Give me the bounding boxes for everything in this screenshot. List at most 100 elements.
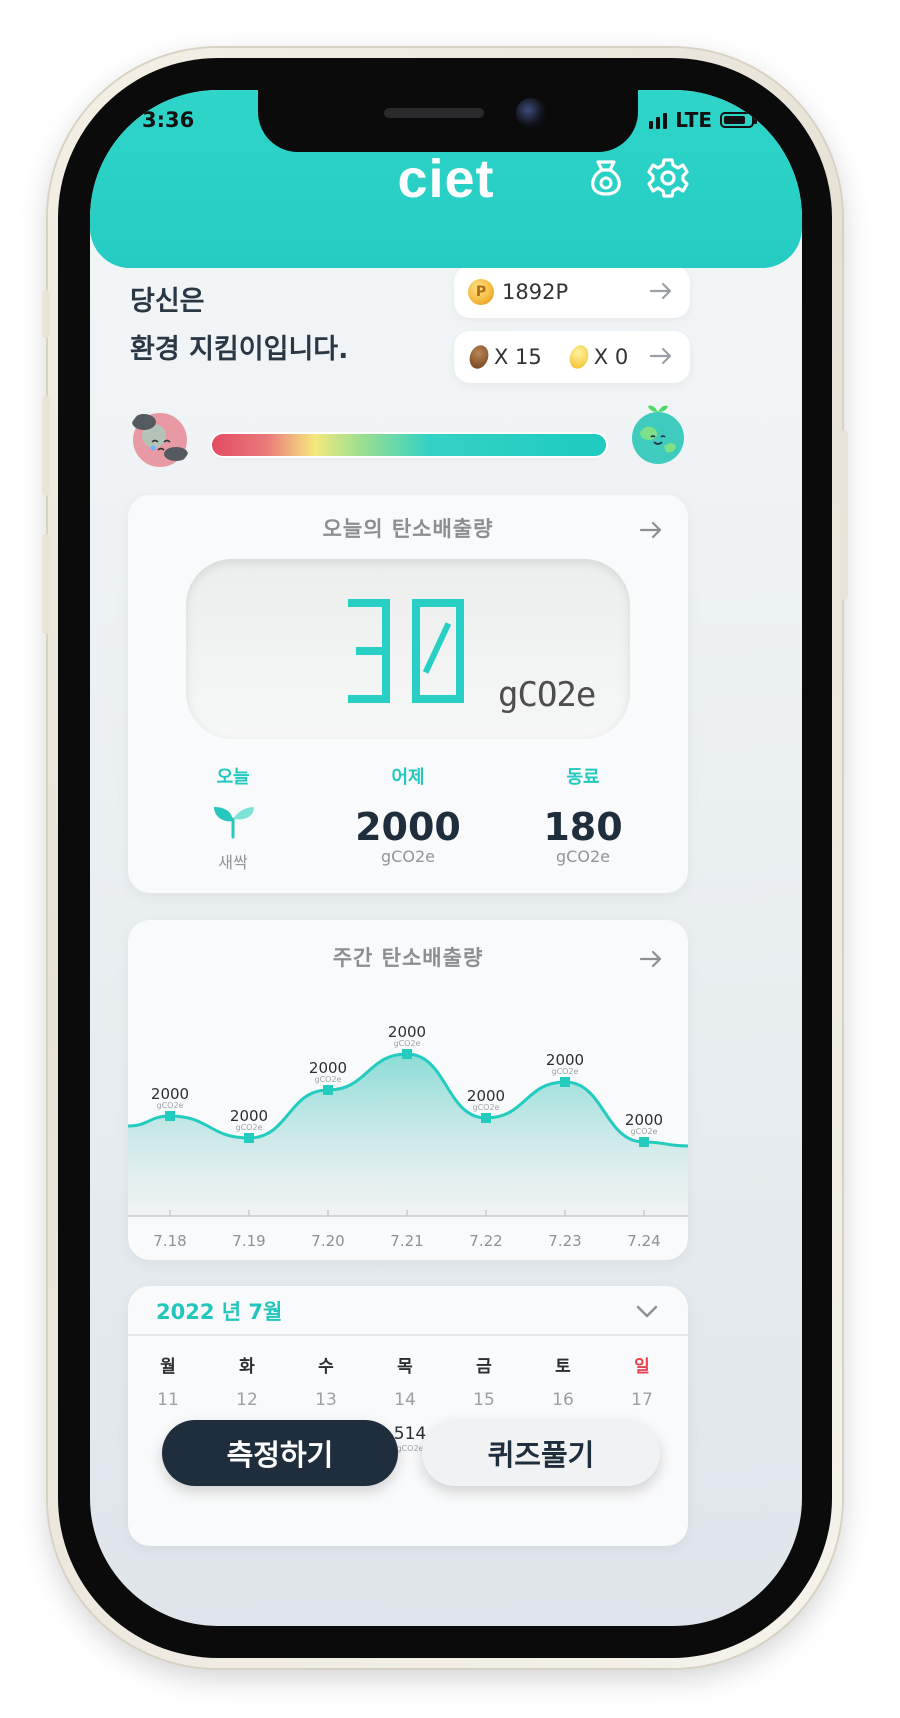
signal-icon [649,111,668,129]
stat-colleague-label: 동료 [566,767,600,788]
today-emission-card[interactable]: 오늘의 탄소배출량 gCO2e 오늘 새싹 어제 2000 gCO2e 동료 1… [128,495,688,893]
sad-polluted-earth-icon [132,413,188,467]
chart-point [244,1133,254,1143]
status-line-2: 환경 지킴이입니다. [130,334,349,365]
calendar-date[interactable]: 16 [538,1390,588,1410]
calendar-date[interactable]: 15 [459,1390,509,1410]
chevron-down-icon[interactable] [634,1298,660,1324]
phone-volume-up-button [42,396,50,496]
weekday-label: 금 [476,1357,492,1377]
chart-point [560,1077,570,1087]
gear-icon[interactable] [646,156,690,200]
data-label: 2000 gCO2e [377,1024,437,1048]
data-label-value: 2000 [624,1111,664,1129]
status-indicators: LTE [649,108,757,132]
chart-point [402,1049,412,1059]
stat-today: 오늘 새싹 [148,763,318,873]
weekday-label: 월 [160,1357,176,1377]
stat-yesterday-unit: gCO2e [381,847,435,866]
chart-point [481,1113,491,1123]
digit-segment [356,647,390,655]
weekday-label: 토 [555,1357,571,1377]
data-label-value: 2000 [466,1087,506,1105]
data-label: 2000 gCO2e [219,1108,279,1132]
data-label-unit: gCO2e [630,1127,658,1136]
earpiece-speaker [384,108,484,118]
data-label: 2000 gCO2e [140,1086,200,1110]
status-line-1: 당신은 [130,286,205,317]
gold-seed-count: X 0 [593,345,629,369]
brown-seed-icon [466,342,492,372]
data-label-value: 2000 [150,1085,190,1103]
digit-segment [456,599,464,703]
eco-level-progress-bar [212,434,606,456]
data-label-unit: gCO2e [551,1067,579,1076]
data-label-value: 2000 [545,1051,585,1069]
calendar-date[interactable]: 13 [301,1390,351,1410]
calendar-date[interactable]: 14 [380,1390,430,1410]
x-tick-label: 7.24 [627,1232,661,1250]
status-time: 3:36 [142,108,195,132]
calendar-card: 2022 년 7월 월 11 화 12 수 13 목 14 금 15 토 16 일 17 514 gCO2… [128,1286,688,1546]
digit-segment [412,695,464,703]
stat-today-label: 오늘 [216,767,250,788]
user-status-message: 당신은 환경 지킴이입니다. [130,278,348,374]
calendar-date[interactable]: 11 [143,1390,193,1410]
happy-green-earth-icon [632,405,684,464]
x-tick-label: 7.21 [390,1232,424,1250]
seeds-pill[interactable]: X 15 X 0 [454,331,690,383]
data-label: 2000 gCO2e [298,1060,358,1084]
x-tick-label: 7.22 [469,1232,503,1250]
money-pouch-icon[interactable] [584,156,628,200]
calendar-date[interactable]: 17 [617,1390,667,1410]
weekly-area-chart [128,1049,688,1217]
measure-button[interactable]: 측정하기 [162,1420,398,1486]
stat-colleague-unit: gCO2e [556,847,610,866]
front-camera [516,98,546,128]
chart-area [128,1054,688,1216]
brown-seed-count: X 15 [494,345,542,369]
data-label-value: 2000 [229,1107,269,1125]
app-logo: ciet [397,149,495,209]
points-pill[interactable]: P 1892P [454,266,690,318]
arrow-right-icon[interactable] [638,517,664,543]
weekly-emission-card[interactable]: 주간 탄소배출량 7.18 2000 gCO2e 7.19 2000 gCO2e 7.20 2… [128,920,688,1260]
data-label-unit: gCO2e [314,1075,342,1084]
stat-colleague-value: 180 [543,805,623,849]
stat-yesterday: 어제 2000 gCO2e [323,763,493,866]
coin-icon: P [468,279,494,305]
phone-power-button [840,430,848,600]
digit-segment [412,599,420,703]
data-label: 2000 gCO2e [456,1088,516,1112]
digit-segment [348,695,390,703]
arrow-right-icon [649,347,672,365]
data-label-unit: gCO2e [156,1101,184,1110]
phone-mute-switch [42,290,50,338]
gold-seed-icon [566,342,592,372]
data-label-unit: gCO2e [235,1123,263,1132]
emission-unit: gCO2e [498,675,596,715]
calendar-month-title: 2022 년 7월 [156,1300,283,1324]
app-screen: 3:36 LTE ciet 당신은 환경 지킴이입니다. P 1892P X 1… [90,90,802,1626]
chart-point [639,1137,649,1147]
quiz-button[interactable]: 퀴즈풀기 [422,1420,660,1486]
stat-yesterday-label: 어제 [391,767,425,788]
weekday-label: 수 [318,1357,334,1377]
data-label: 2000 gCO2e [614,1112,674,1136]
digit-segment [422,622,452,674]
x-tick-label: 7.23 [548,1232,582,1250]
emission-digital-display: gCO2e [186,559,630,739]
points-value: 1892P [502,280,569,304]
calendar-date[interactable]: 12 [222,1390,272,1410]
data-label-value: 2000 [308,1059,348,1077]
data-label: 2000 gCO2e [535,1052,595,1076]
weekday-label: 일 [634,1357,650,1377]
data-label-unit: gCO2e [393,1039,421,1048]
calendar-header[interactable]: 2022 년 7월 [128,1286,688,1336]
stat-today-level: 새싹 [218,853,248,872]
chart-point [323,1085,333,1095]
arrow-right-icon [649,282,672,300]
stat-yesterday-value: 2000 [355,805,461,849]
x-tick-label: 7.19 [232,1232,266,1250]
chart-point [165,1111,175,1121]
